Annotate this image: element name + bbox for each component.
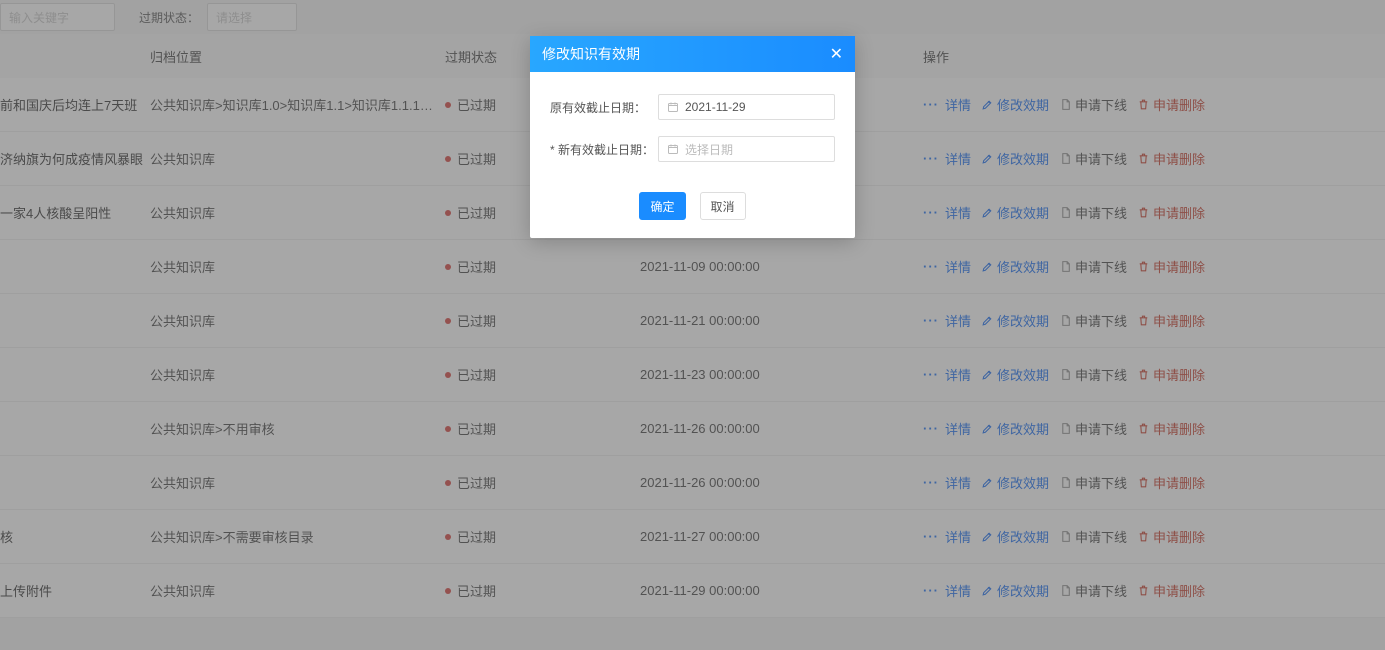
- modal-overlay[interactable]: 修改知识有效期 ✕ 原有效截止日期： 2021-11-29 新有效截止日期： 选…: [0, 0, 1385, 650]
- calendar-icon: [667, 101, 679, 113]
- calendar-icon: [667, 143, 679, 155]
- new-date-placeholder: 选择日期: [685, 141, 733, 158]
- new-date-label: 新有效截止日期：: [550, 141, 658, 158]
- dialog-body: 原有效截止日期： 2021-11-29 新有效截止日期： 选择日期: [530, 72, 855, 188]
- ok-button[interactable]: 确定: [639, 192, 685, 220]
- modify-expiry-dialog: 修改知识有效期 ✕ 原有效截止日期： 2021-11-29 新有效截止日期： 选…: [530, 36, 855, 238]
- orig-date-value: 2021-11-29: [685, 100, 746, 114]
- new-date-input[interactable]: 选择日期: [658, 136, 835, 162]
- orig-date-input[interactable]: 2021-11-29: [658, 94, 835, 120]
- new-date-row: 新有效截止日期： 选择日期: [550, 136, 835, 162]
- dialog-actions: 确定 取消: [530, 188, 855, 238]
- close-icon[interactable]: ✕: [830, 44, 843, 64]
- orig-date-label: 原有效截止日期：: [550, 99, 658, 116]
- dialog-title: 修改知识有效期: [542, 44, 640, 64]
- dialog-header: 修改知识有效期 ✕: [530, 36, 855, 72]
- orig-date-row: 原有效截止日期： 2021-11-29: [550, 94, 835, 120]
- cancel-button[interactable]: 取消: [700, 192, 746, 220]
